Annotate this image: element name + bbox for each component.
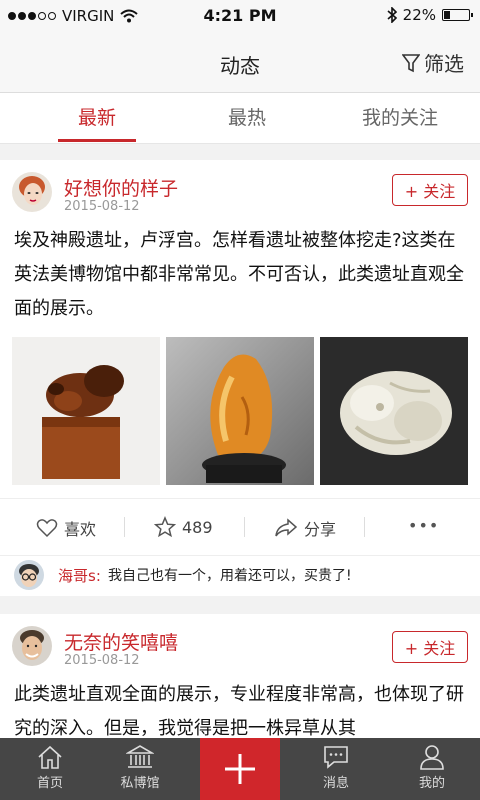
more-button[interactable]: ••• (408, 516, 439, 535)
tab-home-label: 首页 (36, 776, 63, 791)
commenter-avatar[interactable] (14, 560, 44, 590)
tab-latest[interactable]: 最新 (58, 103, 136, 130)
museum-icon (126, 745, 154, 768)
follow-button[interactable]: + 关注 (392, 174, 468, 206)
heart-icon (36, 519, 58, 538)
home-icon (38, 745, 62, 769)
post-text: 此类遗址直观全面的展示，专业程度非常高，也体现了研究的深入。但是，我觉得是把一株… (14, 684, 464, 739)
star-button[interactable]: 489 (154, 516, 213, 538)
avatar[interactable] (12, 172, 52, 212)
add-post-button[interactable] (200, 738, 280, 800)
author-name[interactable]: 好想你的样子 (64, 174, 178, 201)
author-name[interactable]: 无奈的笑嘻嘻 (64, 628, 178, 655)
share-icon (275, 518, 298, 537)
star-count: 489 (182, 517, 213, 537)
bluetooth-icon (387, 7, 397, 23)
divider (244, 517, 245, 537)
follow-button[interactable]: + 关注 (392, 631, 468, 663)
post-date: 2015-08-12 (64, 653, 140, 668)
tab-museum[interactable]: 私博馆 (100, 744, 180, 791)
commenter-name[interactable]: 海哥s: (58, 565, 101, 586)
divider (124, 517, 125, 537)
tab-museum-label: 私博馆 (120, 776, 160, 791)
comment-row: 海哥s: 我自己也有一个，用着还可以，买贵了! (0, 554, 480, 596)
filter-icon (402, 53, 420, 72)
user-icon (420, 745, 444, 770)
post-text: 埃及神殿遗址，卢浮宫。怎样看遗址被整体挖走?这类在英法美博物馆中都非常常见。不可… (14, 230, 464, 319)
filter-button[interactable]: 筛选 (402, 48, 464, 77)
tab-messages-label: 消息 (322, 776, 349, 791)
image-gallery (12, 337, 468, 485)
battery-icon (442, 9, 473, 21)
tab-following[interactable]: 我的关注 (345, 103, 455, 130)
divider (364, 517, 365, 537)
post-image[interactable] (12, 337, 160, 485)
like-button[interactable]: 喜欢 (36, 516, 96, 540)
tab-mine[interactable]: 我的 (392, 744, 472, 791)
tab-messages[interactable]: 消息 (296, 744, 376, 791)
feed-tabs: 最新 最热 我的关注 (0, 93, 480, 144)
post-image[interactable] (166, 337, 314, 485)
post-date: 2015-08-12 (64, 199, 140, 214)
status-bar: VIRGIN 4:21 PM 22% (0, 0, 480, 32)
tab-home[interactable]: 首页 (10, 744, 90, 791)
like-label: 喜欢 (64, 520, 97, 539)
post-card: 好想你的样子 2015-08-12 + 关注 埃及神殿遗址，卢浮宫。怎样看遗址被… (0, 160, 480, 596)
share-label: 分享 (304, 520, 337, 539)
active-tab-indicator (58, 139, 136, 142)
post-image[interactable] (320, 337, 468, 485)
tab-mine-label: 我的 (418, 776, 445, 791)
comment-text: 我自己也有一个，用着还可以，买贵了! (108, 568, 352, 584)
tab-hot[interactable]: 最热 (208, 103, 286, 130)
post-actions: 喜欢 489 分享 ••• (0, 498, 480, 556)
navigation-bar: 动态 筛选 (0, 32, 480, 93)
bottom-tab-bar: 首页 私博馆 消息 我的 (0, 738, 480, 800)
message-icon (324, 746, 348, 769)
avatar[interactable] (12, 626, 52, 666)
plus-icon (225, 754, 255, 784)
share-button[interactable]: 分享 (274, 516, 336, 540)
battery-percent: 22% (402, 6, 436, 24)
filter-label: 筛选 (424, 52, 464, 76)
star-icon (154, 516, 176, 538)
